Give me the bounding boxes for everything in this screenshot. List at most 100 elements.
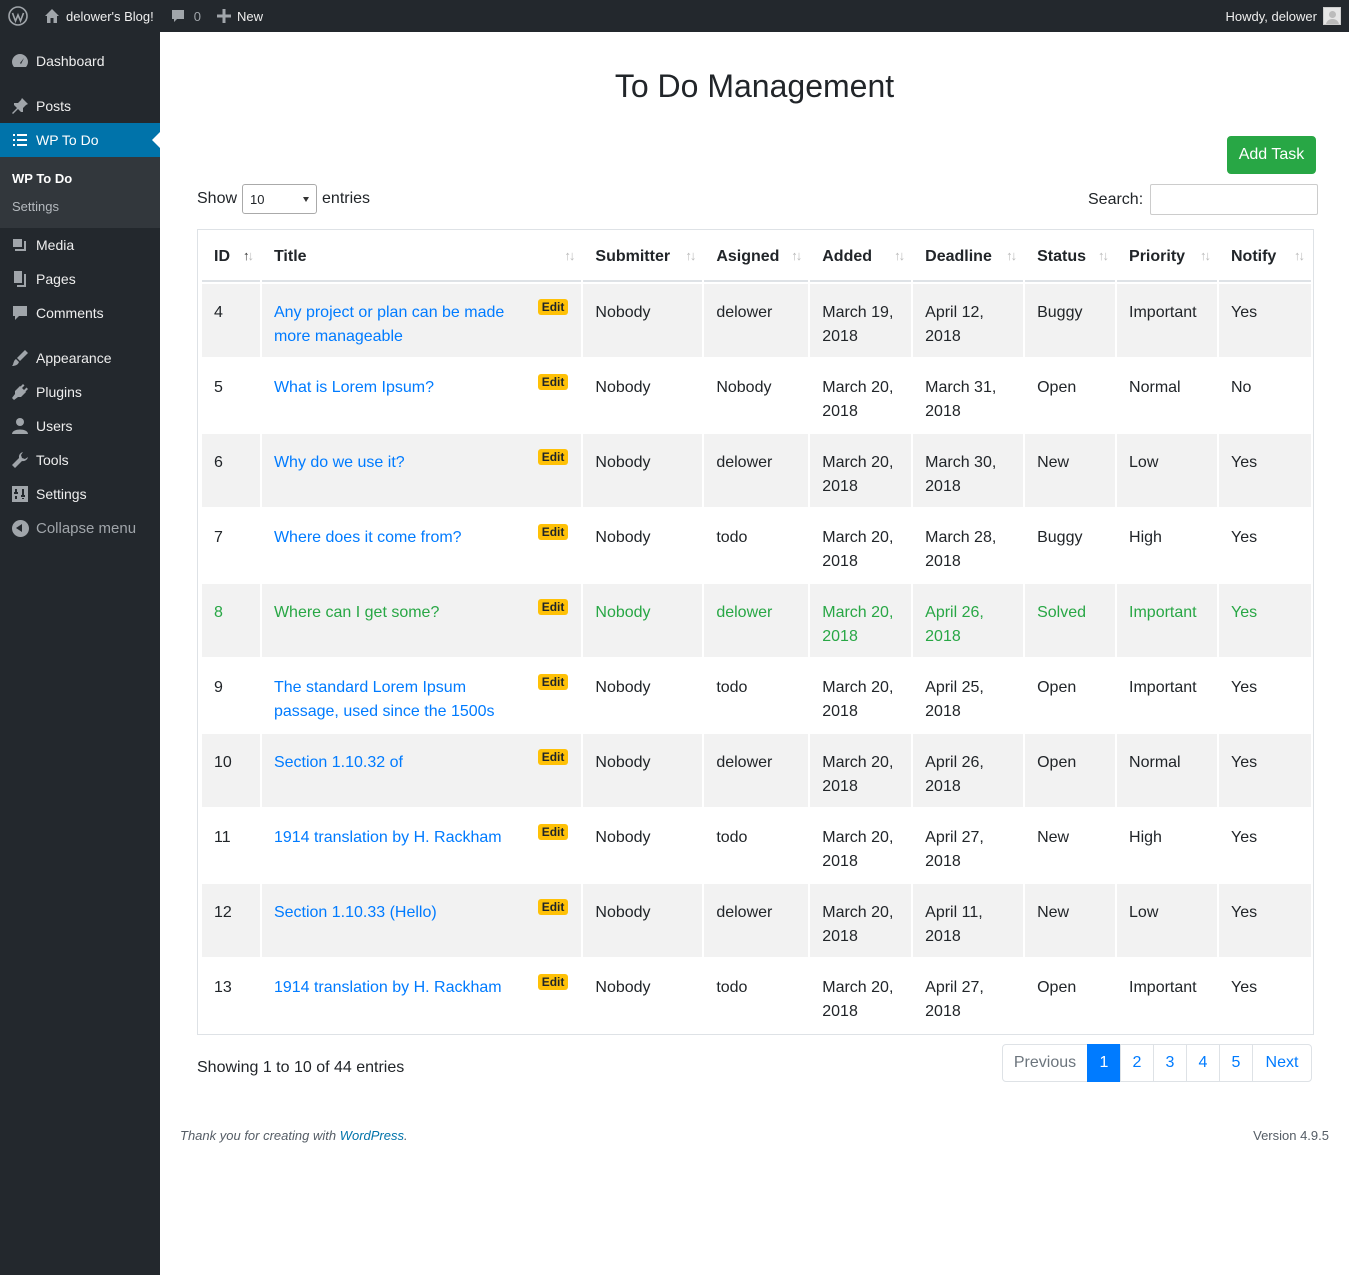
edit-button[interactable]: Edit [537,674,569,690]
pagination-page-5[interactable]: 5 [1219,1044,1253,1082]
wordpress-logo-icon[interactable] [0,0,36,32]
menu-label: Pages [36,271,76,287]
cell-status: Buggy [1025,284,1116,357]
cell-priority: Low [1117,434,1217,507]
edit-button[interactable]: Edit [537,449,569,465]
edit-button[interactable]: Edit [537,974,569,990]
entries-select[interactable]: 10 [242,184,318,214]
table-row: 7 Where does it come from? Edit Nobody to… [202,509,1311,582]
cell-notify: Yes [1219,659,1311,732]
add-task-button[interactable]: Add Task [1227,136,1316,174]
site-name-link[interactable]: delower's Blog! [36,0,162,32]
column-header-status[interactable]: Status ↑↓ [1025,234,1116,282]
sort-icon: ↑↓ [1098,248,1109,263]
pagination-page-1[interactable]: 1 [1087,1044,1121,1082]
menu-item-posts[interactable]: Posts [0,89,160,123]
sort-ascending-icon: ↑↓ [242,248,254,263]
cell-added: March 20, 2018 [810,509,912,582]
sort-icon: ↑↓ [791,248,802,263]
new-content-link[interactable]: New [209,0,271,32]
cell-submitter: Nobody [583,659,703,732]
menu-item-wp-to-do[interactable]: WP To Do [0,123,160,157]
task-title-link[interactable]: What is Lorem Ipsum? [274,376,569,400]
admin-bar: delower's Blog! 0 New Howdy, delower [0,0,1349,32]
menu-item-appearance[interactable]: Appearance [0,341,160,375]
edit-button[interactable]: Edit [537,599,569,615]
search-input[interactable] [1150,184,1319,215]
task-title-link[interactable]: Section 1.10.33 (Hello) [274,901,569,925]
new-label: New [236,8,263,24]
cell-title: Section 1.10.33 (Hello) Edit [261,884,582,957]
edit-button[interactable]: Edit [537,749,569,765]
column-header-asigned[interactable]: Asigned ↑↓ [704,234,809,282]
collapse-label: Collapse menu [36,519,137,537]
menu-item-dashboard[interactable]: Dashboard [0,44,160,78]
comments-count: 0 [193,8,201,24]
menu-item-pages[interactable]: Pages [0,262,160,296]
menu-item-settings[interactable]: Settings [0,477,160,511]
task-title-link[interactable]: 1914 translation by H. Rackham [274,826,569,850]
column-header-notify[interactable]: Notify ↑↓ [1219,234,1311,282]
menu-label: Comments [36,305,104,321]
menu-item-media[interactable]: Media [0,228,160,262]
task-title-link[interactable]: Where can I get some? [274,601,569,625]
cell-submitter: Nobody [583,359,703,432]
pagination-page-3[interactable]: 3 [1153,1044,1187,1082]
task-title-link[interactable]: Section 1.10.32 of [274,751,569,775]
menu-item-users[interactable]: Users [0,409,160,443]
my-account-link[interactable]: Howdy, delower [1217,0,1349,32]
home-icon [44,8,60,24]
submenu-item-settings[interactable]: Settings [0,192,160,220]
edit-button[interactable]: Edit [537,824,569,840]
table-search: Search: [1088,184,1319,215]
task-title-link[interactable]: Why do we use it? [274,451,569,475]
task-title-link[interactable]: Where does it come from? [274,526,569,550]
pagination: Previous 1 2 3 4 5 Next [1002,1044,1312,1082]
cell-deadline: April 27, 2018 [913,809,1024,882]
column-header-title[interactable]: Title ↑↓ [261,234,582,282]
cell-priority: High [1117,509,1217,582]
table-row: 13 1914 translation by H. Rackham Edit No… [202,959,1311,1032]
pagination-previous[interactable]: Previous [1002,1044,1088,1082]
pagination-page-4[interactable]: 4 [1186,1044,1220,1082]
cell-id: 9 [202,659,260,732]
cell-assigned: Nobody [704,359,809,432]
cell-priority: Important [1117,284,1217,357]
show-label: Show [197,190,238,207]
cell-deadline: April 25, 2018 [913,659,1024,732]
task-title-link[interactable]: Any project or plan can be made more man… [274,301,569,349]
entries-length-control: Show 10 entries [197,184,370,214]
cell-notify: Yes [1219,809,1311,882]
column-header-priority[interactable]: Priority ↑↓ [1117,234,1217,282]
menu-label: Posts [36,98,72,114]
cell-id: 11 [202,809,260,882]
table-row: 11 1914 translation by H. Rackham Edit No… [202,809,1311,882]
column-header-submitter[interactable]: Submitter ↑↓ [583,234,703,282]
task-title-link[interactable]: 1914 translation by H. Rackham [274,976,569,1000]
cell-submitter: Nobody [583,809,703,882]
comments-link[interactable]: 0 [162,0,209,32]
site-name: delower's Blog! [66,8,154,24]
pagination-page-2[interactable]: 2 [1120,1044,1154,1082]
edit-button[interactable]: Edit [537,524,569,540]
column-header-deadline[interactable]: Deadline ↑↓ [913,234,1024,282]
cell-submitter: Nobody [583,509,703,582]
wordpress-link[interactable]: WordPress [340,1128,404,1143]
edit-button[interactable]: Edit [537,299,569,315]
collapse-arrow-icon [10,518,30,538]
menu-item-comments[interactable]: Comments [0,296,160,330]
collapse-menu-button[interactable]: Collapse menu [0,511,160,545]
submenu-item-wp-to-do[interactable]: WP To Do [0,164,160,192]
column-header-added[interactable]: Added ↑↓ [810,234,912,282]
menu-item-plugins[interactable]: Plugins [0,375,160,409]
cell-added: March 20, 2018 [810,584,912,657]
task-title-link[interactable]: The standard Lorem Ipsum passage, used s… [274,676,569,724]
pagination-next[interactable]: Next [1252,1044,1312,1082]
edit-button[interactable]: Edit [537,899,569,915]
cell-notify: Yes [1219,734,1311,807]
menu-item-tools[interactable]: Tools [0,443,160,477]
column-header-id[interactable]: ID ↑↓ [202,234,260,282]
cell-deadline: March 28, 2018 [913,509,1024,582]
menu-label: Appearance [36,350,112,366]
edit-button[interactable]: Edit [537,374,569,390]
